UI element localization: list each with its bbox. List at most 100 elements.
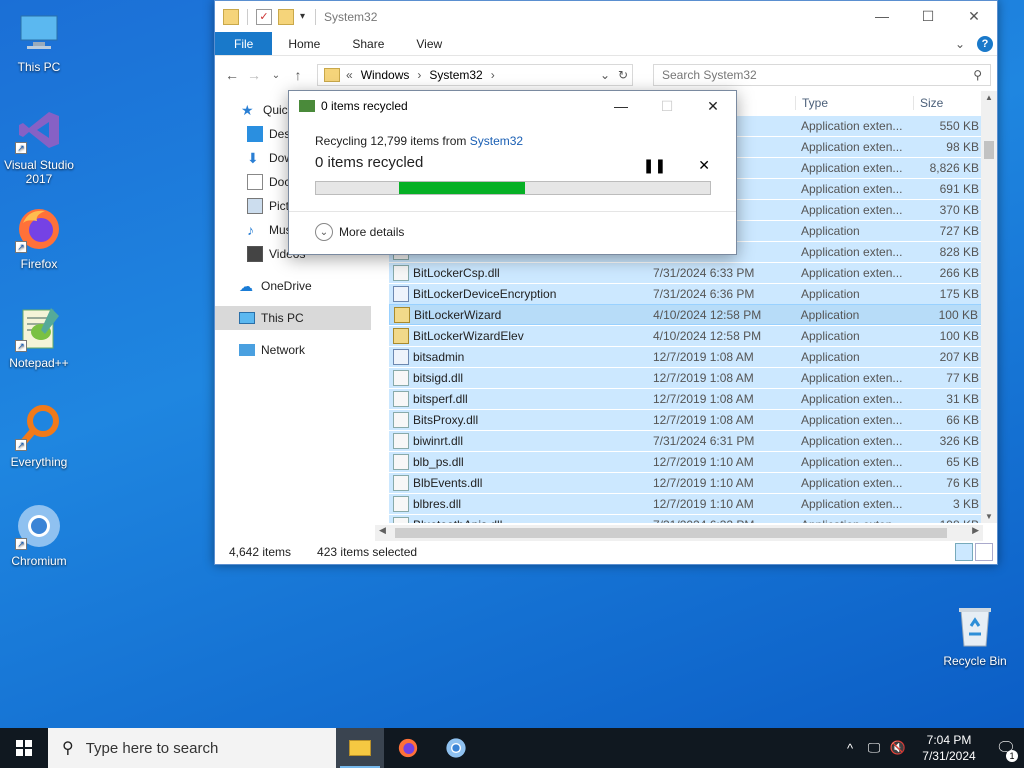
tab-share[interactable]: Share xyxy=(336,32,400,55)
new-folder-icon[interactable] xyxy=(278,8,294,25)
scroll-right-icon[interactable]: ▶ xyxy=(972,525,979,536)
file-name-cell: bitsigd.dll xyxy=(389,370,651,386)
window-title: System32 xyxy=(324,9,378,24)
taskbar-search-input[interactable]: ⚲ Type here to search xyxy=(48,728,336,768)
scroll-left-icon[interactable]: ◀ xyxy=(379,525,386,536)
file-name: bitsigd.dll xyxy=(413,371,464,385)
file-type: Application exten... xyxy=(801,455,903,469)
network-icon[interactable]: 🖵 xyxy=(862,740,886,756)
dll-file-icon xyxy=(393,496,409,512)
taskbar-file-explorer[interactable] xyxy=(336,728,384,768)
desktop-icon-this-pc[interactable]: This PC xyxy=(0,8,78,74)
file-type: Application xyxy=(801,287,860,301)
search-icon: ⚲ xyxy=(62,740,74,757)
properties-check-icon[interactable]: ✓ xyxy=(256,8,272,25)
back-arrow-icon[interactable]: ← xyxy=(221,67,243,83)
clock-time: 7:04 PM xyxy=(926,733,972,747)
show-hidden-icons-icon[interactable]: ^ xyxy=(838,741,862,756)
close-button[interactable]: ✕ xyxy=(951,1,997,31)
volume-muted-icon[interactable]: 🔇 xyxy=(886,740,910,756)
scrollbar-thumb[interactable] xyxy=(984,141,994,159)
chevron-right-icon[interactable]: › xyxy=(491,68,495,82)
file-date: 7/31/2024 6:33 PM xyxy=(653,266,755,280)
start-button[interactable] xyxy=(0,728,48,768)
details-view-button[interactable] xyxy=(955,543,973,561)
file-type: Application exten... xyxy=(801,434,903,448)
up-arrow-icon[interactable]: ↑ xyxy=(287,67,309,83)
table-row[interactable]: blbres.dll 12/7/2019 1:10 AM Application e… xyxy=(389,493,983,514)
breadcrumb-windows[interactable]: Windows xyxy=(361,68,410,82)
file-name: BitLockerWizard xyxy=(414,307,502,322)
file-type: Application exten... xyxy=(801,497,903,511)
column-type[interactable]: Type xyxy=(795,96,913,110)
help-icon[interactable]: ? xyxy=(977,35,993,52)
table-row[interactable]: bitsadmin 12/7/2019 1:08 AM Application 207… xyxy=(389,346,983,367)
table-row[interactable]: BitLockerCsp.dll 7/31/2024 6:33 PM Applica… xyxy=(389,262,983,283)
cancel-icon[interactable]: ✕ xyxy=(698,157,710,174)
table-row[interactable]: BitLockerDeviceEncryption 7/31/2024 6:36 … xyxy=(389,283,983,304)
tab-view[interactable]: View xyxy=(400,32,458,55)
quick-access-dropdown-icon[interactable]: ▾ xyxy=(300,11,305,22)
scroll-up-icon[interactable]: ▲ xyxy=(981,93,997,102)
refresh-icon[interactable]: ↻ xyxy=(618,68,628,82)
minimize-button[interactable]: — xyxy=(859,1,905,31)
address-bar[interactable]: « Windows › System32 › ⌄ ↻ xyxy=(317,64,633,86)
tab-file[interactable]: File xyxy=(215,32,273,55)
nav-item-onedrive[interactable]: ☁ OneDrive xyxy=(215,274,375,298)
file-type: Application exten... xyxy=(801,266,903,280)
scroll-down-icon[interactable]: ▼ xyxy=(981,512,997,521)
table-row[interactable]: BitsProxy.dll 12/7/2019 1:08 AM Applicatio… xyxy=(389,409,983,430)
chromium-icon: ↗ xyxy=(15,502,63,550)
nav-item-this-pc[interactable]: This PC xyxy=(215,306,371,330)
nav-item-network[interactable]: Network xyxy=(215,338,375,362)
desktop-icon-visual-studio[interactable]: ↗ Visual Studio 2017 xyxy=(0,106,78,186)
table-row[interactable]: bitsperf.dll 12/7/2019 1:08 AM Application… xyxy=(389,388,983,409)
minimize-button[interactable]: — xyxy=(598,91,644,121)
breadcrumb-overflow[interactable]: « xyxy=(346,68,353,82)
explorer-titlebar[interactable]: ✓ ▾ System32 — ☐ ✕ xyxy=(215,1,997,32)
breadcrumb-system32[interactable]: System32 xyxy=(429,68,482,82)
horizontal-scrollbar[interactable]: ◀ ▶ xyxy=(375,525,983,541)
desktop-icon-firefox[interactable]: ↗ Firefox xyxy=(0,205,78,271)
table-row[interactable]: blb_ps.dll 12/7/2019 1:10 AM Application e… xyxy=(389,451,983,472)
action-center-button[interactable]: 🗨 1 xyxy=(988,738,1024,762)
clock[interactable]: 7:04 PM 7/31/2024 xyxy=(910,732,988,764)
table-row[interactable]: biwinrt.dll 7/31/2024 6:31 PM Application … xyxy=(389,430,983,451)
file-size: 100 KB xyxy=(938,307,978,322)
taskbar-chromium[interactable] xyxy=(432,728,480,768)
column-size[interactable]: Size xyxy=(913,96,983,110)
pause-icon[interactable]: ❚❚ xyxy=(643,157,666,174)
table-row[interactable]: bitsigd.dll 12/7/2019 1:08 AM Application … xyxy=(389,367,983,388)
table-row[interactable]: BlbEvents.dll 12/7/2019 1:10 AM Applicatio… xyxy=(389,472,983,493)
close-button[interactable]: ✕ xyxy=(690,91,736,121)
search-input[interactable]: Search System32 ⚲ xyxy=(653,64,991,86)
table-row[interactable]: BitLockerWizard 4/10/2024 12:58 PM Applica… xyxy=(389,304,983,325)
chevron-right-icon[interactable]: › xyxy=(417,68,421,82)
large-icons-view-button[interactable] xyxy=(975,543,993,561)
desktop-icon-chromium[interactable]: ↗ Chromium xyxy=(0,502,78,568)
tab-home[interactable]: Home xyxy=(272,32,336,55)
nav-label: OneDrive xyxy=(261,279,312,293)
desktop-icon-everything[interactable]: ↗ Everything xyxy=(0,403,78,469)
expand-ribbon-icon[interactable]: ⌄ xyxy=(955,37,965,51)
table-row[interactable]: BluetoothApis.dll 7/31/2024 6:32 PMApplic… xyxy=(389,514,983,523)
vertical-scrollbar[interactable]: ▲ ▼ xyxy=(981,91,997,523)
file-type: Application exten... xyxy=(801,245,903,259)
dialog-titlebar[interactable]: 0 items recycled — ☐ ✕ xyxy=(289,91,736,121)
application-icon xyxy=(393,349,409,365)
desktop-icon-label: Firefox xyxy=(20,257,58,271)
chevron-down-icon[interactable]: ⌄ xyxy=(600,68,610,82)
desktop-icon-recycle-bin[interactable]: Recycle Bin xyxy=(936,602,1014,668)
table-row[interactable]: BitLockerWizardElev 4/10/2024 12:58 PM App… xyxy=(389,325,983,346)
taskbar-firefox[interactable] xyxy=(384,728,432,768)
dll-file-icon xyxy=(393,391,409,407)
source-folder-link[interactable]: System32 xyxy=(470,134,523,148)
desktop-icon xyxy=(247,126,263,142)
desktop-icon-notepad-plus-plus[interactable]: ↗ Notepad++ xyxy=(0,304,78,370)
recent-locations-icon[interactable]: ⌄ xyxy=(265,70,287,81)
maximize-button[interactable]: ☐ xyxy=(905,1,951,31)
forward-arrow-icon[interactable]: → xyxy=(243,67,265,83)
scrollbar-thumb[interactable] xyxy=(395,528,947,538)
file-size: 175 KB xyxy=(939,287,979,301)
more-details-button[interactable]: ⌄ More details xyxy=(315,223,404,241)
